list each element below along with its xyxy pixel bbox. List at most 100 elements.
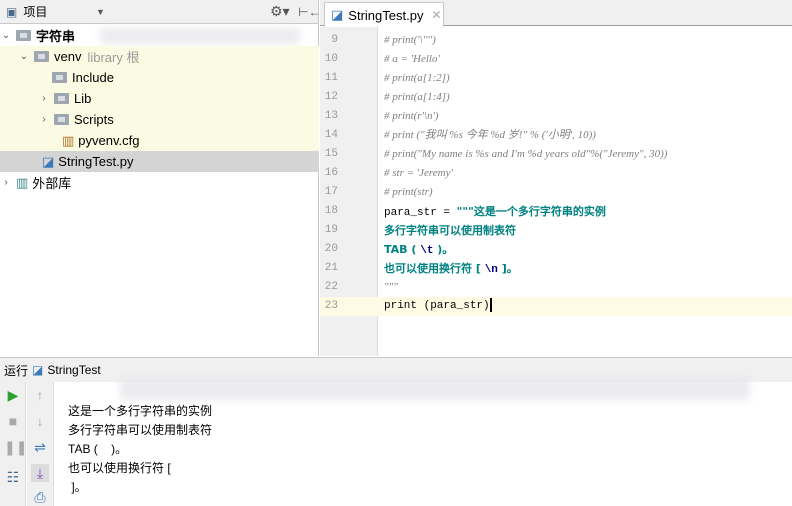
- close-tab-icon[interactable]: ✕: [431, 8, 441, 22]
- output-line: 多行字符串可以使用制表符: [68, 423, 213, 437]
- code-line[interactable]: 17 # print(str): [320, 183, 792, 202]
- folder-icon: [52, 72, 67, 83]
- stop-icon[interactable]: ■: [4, 412, 22, 430]
- output-line: TAB ( )。: [68, 442, 128, 456]
- chevron-down-icon[interactable]: ⌄: [18, 51, 30, 62]
- python-file-icon: ◪: [331, 7, 344, 22]
- code-line[interactable]: 22 """: [320, 278, 792, 297]
- python-file-icon: ◪: [42, 153, 55, 169]
- line-number: 13: [324, 110, 338, 122]
- library-root-hint: library 根: [87, 50, 140, 65]
- run-toolbar: ▶ ■ ❚❚ ☷: [0, 382, 27, 506]
- code-line[interactable]: 9 # print('\''''): [320, 31, 792, 50]
- code-text: para_str = """这是一个多行字符串的实例: [384, 205, 606, 219]
- tree-item-scripts[interactable]: › Scripts: [0, 109, 319, 130]
- code-text: # print(a[1:4]): [384, 91, 450, 103]
- chevron-down-icon[interactable]: ⌄: [0, 30, 12, 41]
- line-number: 17: [324, 186, 338, 198]
- line-number: 11: [324, 72, 338, 84]
- config-file-icon: ▥: [62, 132, 75, 148]
- tab-stringtest[interactable]: ◪ StringTest.py ✕: [324, 2, 444, 27]
- tree-item-external-libs[interactable]: › ▥ 外部库: [0, 172, 319, 193]
- line-number: 12: [324, 91, 338, 103]
- line-number: 20: [324, 243, 338, 255]
- run-label: 运行: [4, 363, 29, 378]
- line-number: 9: [331, 34, 338, 46]
- line-number: 10: [324, 53, 338, 65]
- code-line[interactable]: 18 para_str = """这是一个多行字符串的实例: [320, 202, 792, 221]
- scroll-to-end-icon[interactable]: ⤓: [31, 464, 49, 482]
- run-panel: 运行 ◪ StringTest ▶ ■ ❚❚ ☷ ↑ ↓ ⇌ ⤓ ⎙ 这是一个多…: [0, 357, 792, 506]
- gear-icon[interactable]: ⚙▾: [270, 3, 290, 20]
- code-text: 多行字符串可以使用制表符: [384, 224, 516, 237]
- code-line[interactable]: 12 # print(a[1:4]): [320, 88, 792, 107]
- code-text: # print(a[1:2]): [384, 72, 450, 84]
- code-text: # print ("我叫 %s 今年 %d 岁!" % ('小明', 10)): [384, 129, 596, 141]
- tree-label: 外部库: [32, 176, 72, 191]
- code-line[interactable]: 11 # print(a[1:2]): [320, 69, 792, 88]
- project-panel-title[interactable]: 项目: [23, 3, 47, 20]
- editor-tabs: ◪ StringTest.py ✕: [320, 0, 792, 27]
- code-editor[interactable]: ◪ StringTest.py ✕ 9 # print('\'''') 10 # a = …: [320, 0, 792, 356]
- tree-label: StringTest.py: [58, 154, 134, 169]
- run-toolbar-secondary: ↑ ↓ ⇌ ⤓ ⎙: [27, 382, 54, 506]
- blurred-region: [120, 378, 750, 400]
- code-text: # print(r'\n'): [384, 110, 439, 122]
- tree-label: Include: [72, 70, 114, 85]
- code-text: TAB ( \t )。: [384, 243, 454, 257]
- print-icon[interactable]: ⎙: [31, 488, 49, 506]
- chevron-right-icon[interactable]: ›: [38, 114, 50, 125]
- rerun-icon[interactable]: ▶: [4, 386, 22, 404]
- library-icon: ▥: [16, 174, 29, 190]
- output-line: 这是一个多行字符串的实例: [68, 404, 213, 418]
- folder-icon: [34, 51, 49, 62]
- code-line[interactable]: 10 # a = 'Hello': [320, 50, 792, 69]
- output-line: ]。: [68, 480, 87, 494]
- code-line[interactable]: 13 # print(r'\n'): [320, 107, 792, 126]
- code-text: print (para_str): [384, 298, 492, 313]
- tree-item-venv[interactable]: ⌄ venv library 根: [0, 46, 319, 67]
- text-caret: [489, 298, 492, 313]
- folder-icon: [54, 114, 69, 125]
- tree-item-stringtest[interactable]: ◪ StringTest.py: [0, 151, 319, 172]
- code-line[interactable]: 23 print (para_str): [320, 297, 792, 316]
- hide-panel-icon[interactable]: ⊢←: [298, 5, 320, 19]
- code-line[interactable]: 15 # print("My name is %s and I'm %d year…: [320, 145, 792, 164]
- line-number: 16: [324, 167, 338, 179]
- arrow-down-icon[interactable]: ↓: [31, 412, 49, 430]
- tree-item-pyvenv[interactable]: ▥ pyvenv.cfg: [0, 130, 319, 151]
- chevron-right-icon[interactable]: ›: [0, 177, 12, 188]
- code-text: # str = 'Jeremy': [384, 167, 453, 179]
- line-number: 18: [324, 205, 338, 217]
- tab-label: StringTest.py: [348, 7, 424, 23]
- code-line[interactable]: 21 也可以使用换行符 [ \n ]。: [320, 259, 792, 278]
- code-line[interactable]: 16 # str = 'Jeremy': [320, 164, 792, 183]
- tree-item-include[interactable]: Include: [0, 67, 319, 88]
- pause-icon[interactable]: ❚❚: [4, 438, 27, 456]
- tree-label: 字符串: [36, 29, 76, 44]
- layout-icon[interactable]: ☷: [4, 468, 22, 486]
- soft-wrap-icon[interactable]: ⇌: [31, 438, 49, 456]
- output-line: 也可以使用换行符 [: [68, 461, 171, 475]
- code-line[interactable]: 20 TAB ( \t )。: [320, 240, 792, 259]
- tree-label: pyvenv.cfg: [78, 133, 140, 148]
- arrow-up-icon[interactable]: ↑: [31, 386, 49, 404]
- chevron-right-icon[interactable]: ›: [38, 93, 50, 104]
- code-line[interactable]: 19 多行字符串可以使用制表符: [320, 221, 792, 240]
- view-dropdown-icon[interactable]: ▼: [96, 7, 105, 17]
- tree-label: Lib: [74, 91, 92, 106]
- line-number: 21: [324, 262, 338, 274]
- run-config-name[interactable]: StringTest: [47, 363, 100, 377]
- code-text: # print('\''''): [384, 34, 436, 46]
- tree-item-root[interactable]: ⌄ 字符串: [0, 25, 319, 46]
- line-number: 15: [324, 148, 338, 160]
- tree-item-lib[interactable]: › Lib: [0, 88, 319, 109]
- project-panel: ▣ 项目 ▼ ⚙▾ ⊢← ⌄ 字符串 ⌄ venv library 根 Include…: [0, 0, 320, 356]
- folder-icon: [16, 30, 31, 41]
- folder-icon: [54, 93, 69, 104]
- python-run-icon: ◪: [32, 363, 44, 377]
- code-line[interactable]: 14 # print ("我叫 %s 今年 %d 岁!" % ('小明', 10)…: [320, 126, 792, 145]
- tree-label: Scripts: [74, 112, 114, 127]
- line-number: 23: [324, 300, 338, 312]
- code-text: # a = 'Hello': [384, 53, 440, 65]
